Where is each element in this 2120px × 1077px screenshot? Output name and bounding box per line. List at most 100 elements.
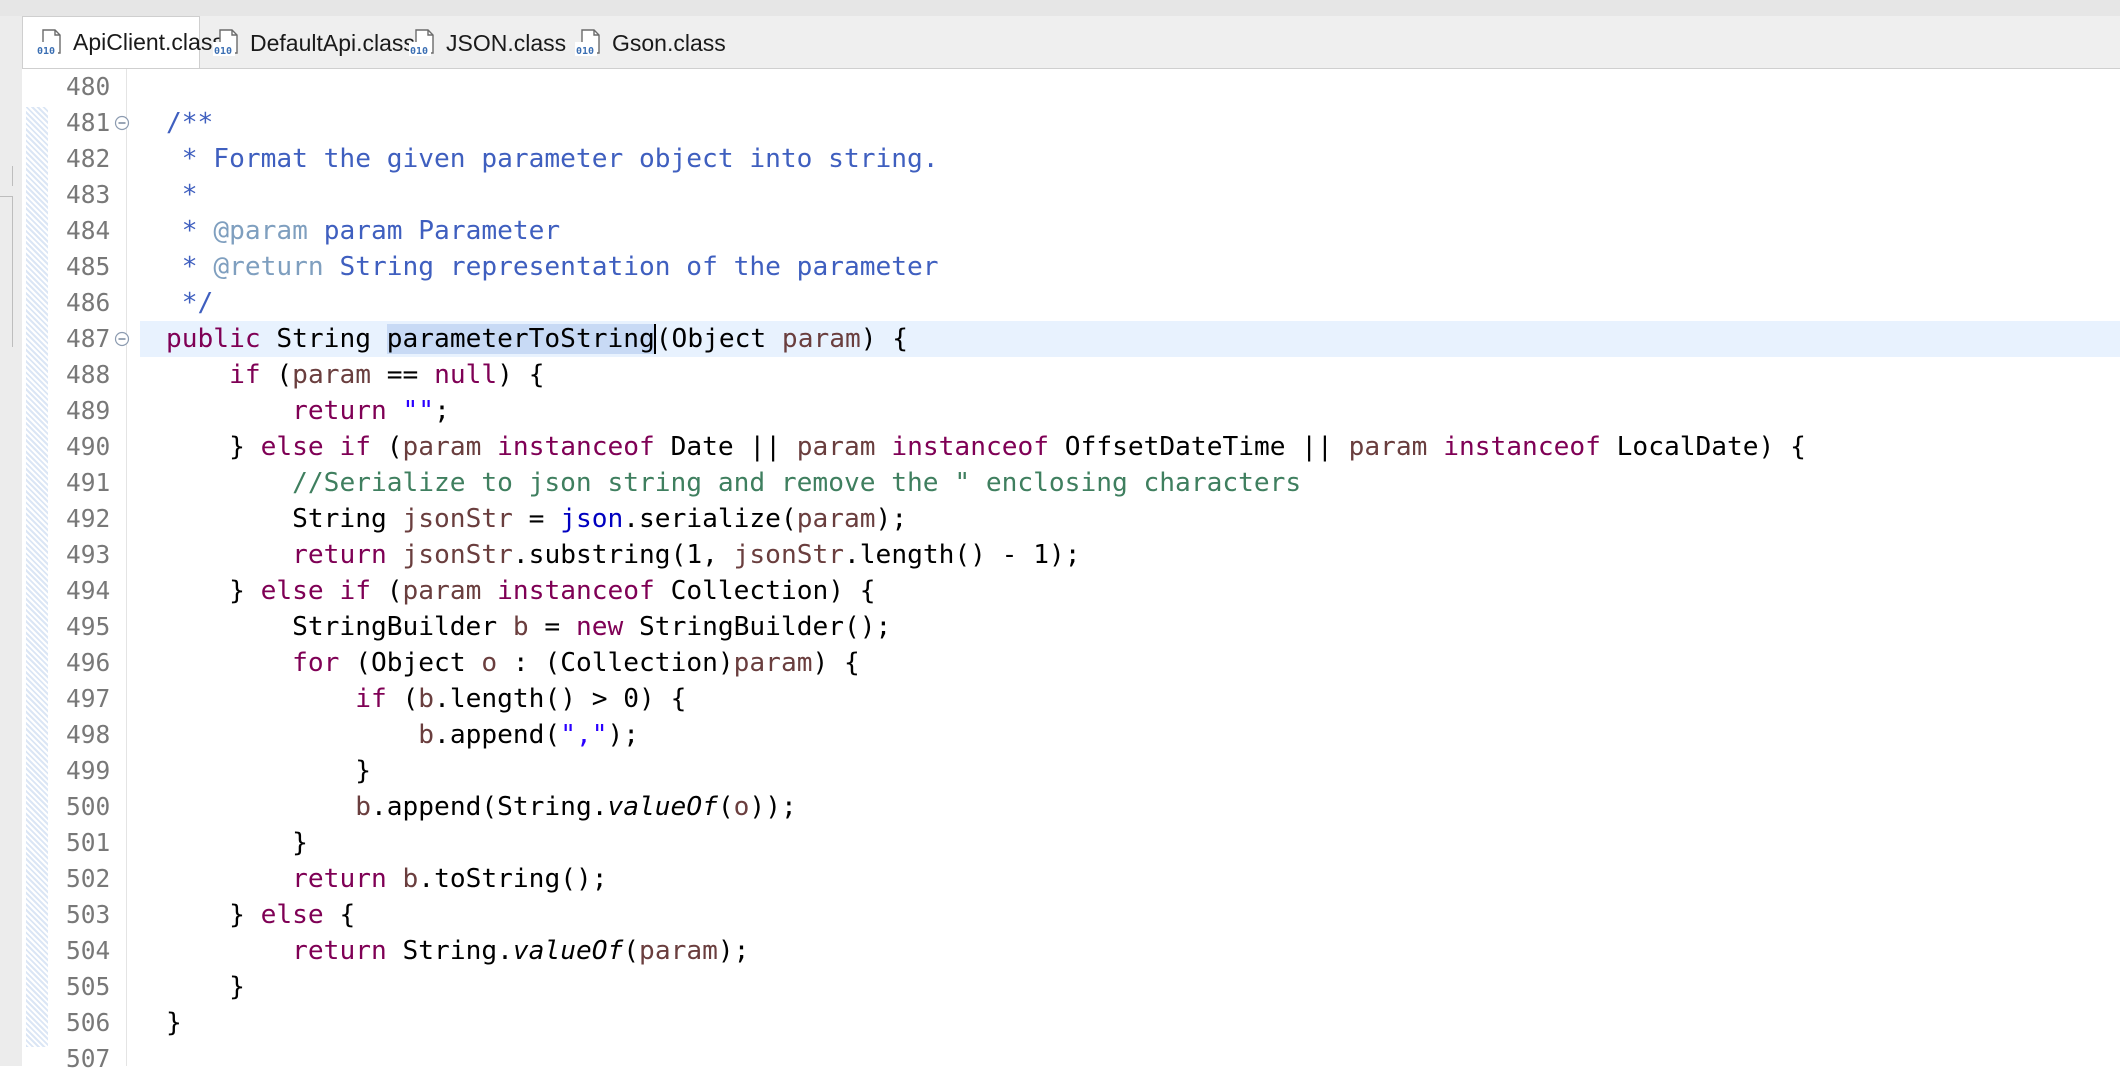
code-text: return jsonStr.substring(1, jsonStr.leng… [292, 540, 1081, 570]
line-number: 504 [66, 936, 111, 965]
line-number: 484 [66, 216, 111, 245]
window-top-strip [0, 0, 2120, 17]
tab-label: DefaultApi.class [250, 29, 415, 56]
line-number: 486 [66, 288, 111, 317]
code-text: } [166, 1008, 182, 1038]
class-file-icon: 010 [409, 29, 434, 57]
line-number: 505 [66, 972, 111, 1001]
code-editor[interactable]: 480 481 /** 482 * Format the given param… [22, 69, 2120, 1073]
code-line: 483 * [22, 177, 2120, 213]
tab-label: Gson.class [612, 29, 726, 56]
code-line: 507 [22, 1041, 2120, 1077]
tab-gson-class[interactable]: 010 Gson.class [562, 18, 730, 68]
line-number: 500 [66, 792, 111, 821]
code-line: 491 //Serialize to json string and remov… [22, 465, 2120, 501]
code-text: return String.valueOf(param); [292, 936, 750, 966]
svg-text:010: 010 [576, 46, 594, 57]
line-number: 480 [66, 72, 111, 101]
code-line: 502 return b.toString(); [22, 861, 2120, 897]
line-number: 492 [66, 504, 111, 533]
code-line: 488 if (param == null) { [22, 357, 2120, 393]
code-text: * @param param Parameter [166, 216, 561, 246]
line-number: 496 [66, 648, 111, 677]
line-number: 499 [66, 756, 111, 785]
selected-text: parameterToString [386, 324, 655, 354]
tab-json-class[interactable]: 010 JSON.class [396, 18, 566, 68]
code-text: StringBuilder b = new StringBuilder(); [166, 612, 892, 642]
code-line: 503 } else { [22, 897, 2120, 933]
code-text: * Format the given parameter object into… [166, 144, 939, 174]
left-window-border [0, 16, 23, 1066]
code-text: for (Object o : (Collection)param) { [292, 648, 860, 678]
code-line: 499 } [22, 753, 2120, 789]
svg-text:010: 010 [410, 46, 428, 57]
code-text: * [166, 180, 198, 210]
code-line: 489 return ""; [22, 393, 2120, 429]
code-line: 484 * @param param Parameter [22, 213, 2120, 249]
code-text: if (param == null) { [229, 360, 545, 390]
code-text: String jsonStr = json.serialize(param); [166, 504, 908, 534]
code-line: 482 * Format the given parameter object … [22, 141, 2120, 177]
line-number: 502 [66, 864, 111, 893]
code-line: 505 } [22, 969, 2120, 1005]
line-number: 493 [66, 540, 111, 569]
line-number: 506 [66, 1008, 111, 1037]
tab-label: JSON.class [446, 29, 567, 56]
code-text: } else if (param instanceof Collection) … [166, 576, 876, 606]
code-line: 504 return String.valueOf(param); [22, 933, 2120, 969]
svg-text:010: 010 [214, 46, 232, 57]
line-number: 498 [66, 720, 111, 749]
code-line: 487 public String parameterToString(Obje… [22, 321, 2120, 357]
code-line: 500 b.append(String.valueOf(o)); [22, 789, 2120, 825]
code-text: } else { [166, 900, 356, 930]
line-number: 497 [66, 684, 111, 713]
code-text: } [166, 972, 245, 1002]
code-text: */ [166, 288, 214, 318]
editor-tab-bar: 010 ApiClient.class 010 DefaultApi.class… [22, 16, 2120, 69]
code-line: 485 * @return String representation of t… [22, 249, 2120, 285]
side-panel-edge [0, 196, 13, 347]
code-line: 495 StringBuilder b = new StringBuilder(… [22, 609, 2120, 645]
code-text: return ""; [292, 396, 450, 426]
tab-apiclient-class[interactable]: 010 ApiClient.class [22, 16, 224, 68]
code-line: 492 String jsonStr = json.serialize(para… [22, 501, 2120, 537]
code-line: 481 /** [22, 105, 2120, 141]
class-file-icon: 010 [213, 29, 238, 57]
code-line: 498 b.append(","); [22, 717, 2120, 753]
line-number: 503 [66, 900, 111, 929]
line-number: 491 [66, 468, 111, 497]
code-line: 506 } [22, 1005, 2120, 1041]
line-number: 485 [66, 252, 111, 281]
class-file-icon: 010 [36, 28, 61, 57]
line-number: 507 [66, 1044, 111, 1073]
code-text: return b.toString(); [292, 864, 608, 894]
tab-defaultapi-class[interactable]: 010 DefaultApi.class [200, 18, 415, 68]
svg-text:010: 010 [37, 46, 55, 57]
code-text: } [166, 756, 371, 786]
code-text: //Serialize to json string and remove th… [292, 468, 1302, 498]
code-text: } [166, 828, 308, 858]
collapse-icon[interactable] [114, 115, 130, 131]
line-number: 489 [66, 396, 111, 425]
collapse-icon[interactable] [114, 331, 130, 347]
line-number: 495 [66, 612, 111, 641]
line-number: 488 [66, 360, 111, 389]
line-number: 483 [66, 180, 111, 209]
code-line: 497 if (b.length() > 0) { [22, 681, 2120, 717]
code-text: * @return String representation of the p… [166, 252, 939, 282]
code-text: b.append(","); [418, 720, 640, 750]
line-number: 490 [66, 432, 111, 461]
code-line: 490 } else if (param instanceof Date || … [22, 429, 2120, 465]
code-line: 493 return jsonStr.substring(1, jsonStr.… [22, 537, 2120, 573]
code-text: } else if (param instanceof Date || para… [166, 432, 1806, 462]
line-number: 482 [66, 144, 111, 173]
side-panel-edge [0, 166, 13, 186]
code-text: public String parameterToString(Object p… [166, 324, 909, 354]
code-line: 486 */ [22, 285, 2120, 321]
code-line: 494 } else if (param instanceof Collecti… [22, 573, 2120, 609]
code-text: /** [166, 108, 214, 138]
code-line: 480 [22, 69, 2120, 105]
class-file-icon: 010 [575, 29, 600, 57]
line-number: 501 [66, 828, 111, 857]
code-line: 501 } [22, 825, 2120, 861]
